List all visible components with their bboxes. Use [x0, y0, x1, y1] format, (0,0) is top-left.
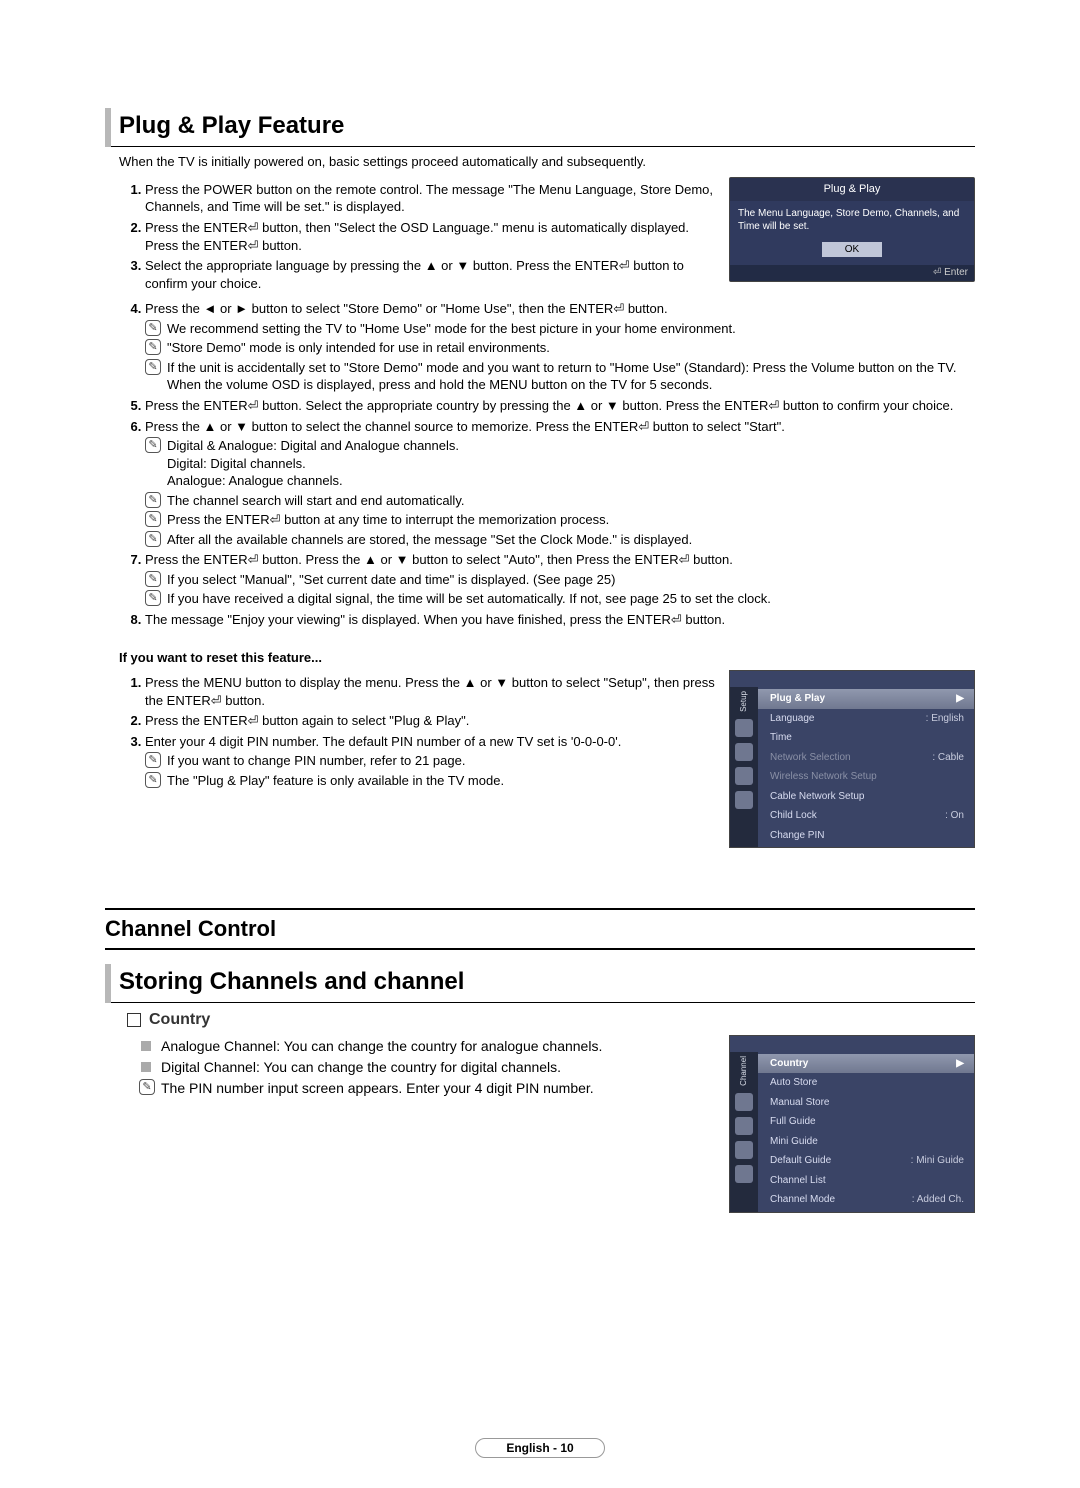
- heading-plug-play: Plug & Play Feature: [105, 108, 975, 147]
- document-page: Plug & Play Feature When the TV is initi…: [0, 0, 1080, 1488]
- menu-tabs: Channel: [730, 1052, 758, 1212]
- tab-icon[interactable]: [735, 767, 753, 785]
- osd-popup-message: The Menu Language, Store Demo, Channels,…: [730, 201, 974, 242]
- subheading-country: Country: [127, 1009, 975, 1031]
- reset-step-2: Press the ENTER⏎ button again to select …: [145, 712, 717, 730]
- checkbox-icon: [127, 1013, 141, 1027]
- note-icon: ✎: [145, 339, 161, 355]
- note-6b: ✎The channel search will start and end a…: [145, 492, 975, 510]
- heading-text: Plug & Play Feature: [111, 108, 975, 147]
- reset-step-1: Press the MENU button to display the men…: [145, 674, 717, 709]
- note-7b: ✎If you have received a digital signal, …: [145, 590, 975, 608]
- menu-item-channel-list[interactable]: Channel List: [758, 1171, 974, 1191]
- note-r3a: ✎If you want to change PIN number, refer…: [145, 752, 717, 770]
- tab-icon[interactable]: [735, 1093, 753, 1111]
- note-4c: ✎If the unit is accidentally set to "Sto…: [145, 359, 975, 394]
- country-row: Analogue Channel: You can change the cou…: [105, 1035, 975, 1213]
- menu-item-country[interactable]: Country▶: [758, 1054, 974, 1074]
- menu-item-plug-play[interactable]: Plug & Play▶: [758, 689, 974, 709]
- chevron-right-icon: ▶: [956, 1057, 964, 1071]
- step-2: Press the ENTER⏎ button, then "Select th…: [145, 219, 717, 254]
- tab-icon[interactable]: [735, 1117, 753, 1135]
- menu-item-channel-mode[interactable]: Channel Mode: Added Ch.: [758, 1190, 974, 1210]
- reset-steps: Press the MENU button to display the men…: [119, 674, 717, 789]
- menu-top-bar: [730, 671, 974, 687]
- reset-step-3: Enter your 4 digit PIN number. The defau…: [145, 733, 717, 790]
- note-6d: ✎After all the available channels are st…: [145, 531, 975, 549]
- menu-item-network-selection: Network Selection: Cable: [758, 748, 974, 768]
- step-7: Press the ENTER⏎ button. Press the ▲ or …: [145, 551, 975, 608]
- bullet-icon: [141, 1041, 151, 1051]
- note-icon: ✎: [145, 437, 161, 453]
- menu-top-bar: [730, 1036, 974, 1052]
- menu-item-auto-store[interactable]: Auto Store: [758, 1073, 974, 1093]
- step-4: Press the ◄ or ► button to select "Store…: [145, 300, 975, 394]
- menu-item-change-pin[interactable]: Change PIN: [758, 826, 974, 846]
- menu-item-mini-guide[interactable]: Mini Guide: [758, 1132, 974, 1152]
- note-4b: ✎"Store Demo" mode is only intended for …: [145, 339, 975, 357]
- page-footer: English - 10: [0, 1438, 1080, 1458]
- menu-item-child-lock[interactable]: Child Lock: On: [758, 806, 974, 826]
- menu-item-time[interactable]: Time: [758, 728, 974, 748]
- osd-enter-hint: ⏎ Enter: [730, 265, 974, 281]
- step-3: Select the appropriate language by press…: [145, 257, 717, 292]
- menu-item-language[interactable]: Language: English: [758, 709, 974, 729]
- step-5: Press the ENTER⏎ button. Select the appr…: [145, 397, 975, 415]
- note-pin: ✎The PIN number input screen appears. En…: [139, 1079, 717, 1098]
- tab-label-setup: Setup: [739, 691, 750, 712]
- menu-item-default-guide[interactable]: Default Guide: Mini Guide: [758, 1151, 974, 1171]
- menu-item-manual-store[interactable]: Manual Store: [758, 1093, 974, 1113]
- note-4a: ✎We recommend setting the TV to "Home Us…: [145, 320, 975, 338]
- setup-menu-items: Plug & Play▶ Language: English Time Netw…: [758, 687, 974, 847]
- heading-storing-channels: Storing Channels and channel: [105, 964, 975, 1003]
- tab-icon[interactable]: [735, 791, 753, 809]
- tab-icon[interactable]: [735, 1165, 753, 1183]
- note-icon: ✎: [145, 772, 161, 788]
- reset-row: Press the MENU button to display the men…: [105, 670, 975, 848]
- bullet-analogue: Analogue Channel: You can change the cou…: [139, 1037, 717, 1056]
- reset-header: If you want to reset this feature...: [119, 649, 975, 667]
- note-icon: ✎: [145, 320, 161, 336]
- tab-icon[interactable]: [735, 719, 753, 737]
- step-6: Press the ▲ or ▼ button to select the ch…: [145, 418, 975, 549]
- note-icon: ✎: [145, 752, 161, 768]
- heading-channel-control: Channel Control: [105, 908, 975, 950]
- tab-icon[interactable]: [735, 1141, 753, 1159]
- bullet-icon: [141, 1062, 151, 1072]
- footer-text: English - 10: [475, 1438, 604, 1458]
- note-r3b: ✎The "Plug & Play" feature is only avail…: [145, 772, 717, 790]
- note-icon: ✎: [145, 590, 161, 606]
- intro-text: When the TV is initially powered on, bas…: [105, 147, 975, 177]
- tab-label-channel: Channel: [739, 1056, 750, 1086]
- step-8: The message "Enjoy your viewing" is disp…: [145, 611, 975, 629]
- menu-tabs: Setup: [730, 687, 758, 847]
- setup-menu: Setup Plug & Play▶ Language: English Tim…: [729, 670, 975, 848]
- steps-with-popup-row: Press the POWER button on the remote con…: [105, 177, 975, 296]
- note-icon: ✎: [145, 511, 161, 527]
- note-7a: ✎If you select "Manual", "Set current da…: [145, 571, 975, 589]
- note-icon: ✎: [145, 492, 161, 508]
- note-icon: ✎: [145, 571, 161, 587]
- channel-menu-items: Country▶ Auto Store Manual Store Full Gu…: [758, 1052, 974, 1212]
- osd-popup: Plug & Play The Menu Language, Store Dem…: [729, 177, 975, 282]
- menu-item-cable-setup[interactable]: Cable Network Setup: [758, 787, 974, 807]
- menu-item-full-guide[interactable]: Full Guide: [758, 1112, 974, 1132]
- steps-list-cont: Press the ◄ or ► button to select "Store…: [119, 300, 975, 628]
- note-6c: ✎Press the ENTER⏎ button at any time to …: [145, 511, 975, 529]
- step-1: Press the POWER button on the remote con…: [145, 181, 717, 216]
- note-icon: ✎: [145, 359, 161, 375]
- note-icon: ✎: [145, 531, 161, 547]
- channel-menu: Channel Country▶ Auto Store Manual Store…: [729, 1035, 975, 1213]
- osd-popup-title: Plug & Play: [730, 178, 974, 201]
- menu-item-wireless-setup: Wireless Network Setup: [758, 767, 974, 787]
- note-icon: ✎: [139, 1079, 155, 1095]
- tab-icon[interactable]: [735, 743, 753, 761]
- note-6a: ✎ Digital & Analogue: Digital and Analog…: [145, 437, 975, 490]
- chevron-right-icon: ▶: [956, 692, 964, 706]
- bullet-digital: Digital Channel: You can change the coun…: [139, 1058, 717, 1077]
- heading-text: Storing Channels and channel: [111, 964, 975, 1003]
- osd-ok-button[interactable]: OK: [822, 242, 882, 258]
- steps-list-top: Press the POWER button on the remote con…: [119, 181, 717, 292]
